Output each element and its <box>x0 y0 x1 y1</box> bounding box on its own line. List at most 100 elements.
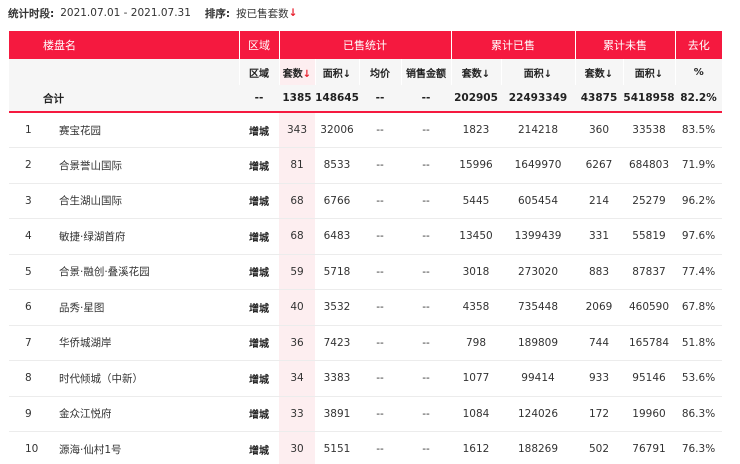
cum-area-cell: 189809 <box>501 325 575 361</box>
project-name-link[interactable]: 华侨城湖岸 <box>51 325 239 361</box>
avg-price-cell: -- <box>359 218 401 255</box>
sort-unsold-units-button[interactable]: 套数↓ <box>575 59 624 85</box>
unsold-units-cell: 933 <box>575 360 623 397</box>
amount-cell: -- <box>401 431 451 464</box>
avg-price-cell: -- <box>359 325 401 361</box>
avg-price-cell: -- <box>359 147 401 184</box>
region-cell: 增城 <box>239 396 279 432</box>
unsold-units-cell: 6267 <box>575 147 623 184</box>
cum-units-cell: 15996 <box>451 147 501 184</box>
project-name-link[interactable]: 合景·融创·叠溪花园 <box>51 254 239 290</box>
cum-area-cell: 188269 <box>501 431 575 464</box>
project-name-link[interactable]: 合生湖山国际 <box>51 183 239 219</box>
avg-price-cell: -- <box>359 289 401 326</box>
project-name-link[interactable]: 品秀·星图 <box>51 289 239 326</box>
total-area: 148645 <box>315 85 359 113</box>
units-cell: 40 <box>279 289 315 326</box>
area-cell: 3891 <box>315 396 359 432</box>
rate-cell: 83.5% <box>675 112 722 148</box>
sort-cum-area-button[interactable]: 面积↓ <box>501 59 576 85</box>
total-row: 合计 -- 1385 148645 -- -- 202905 22493349 … <box>9 85 722 113</box>
project-name-link[interactable]: 赛宝花园 <box>51 112 239 148</box>
unsold-area-cell: 33538 <box>623 112 675 148</box>
total-unsold-area: 5418958 <box>623 85 675 113</box>
rate-cell: 71.9% <box>675 147 722 184</box>
unsold-units-cell: 172 <box>575 396 623 432</box>
table-row[interactable]: 2 合景誉山国际 增城 81 8533 -- -- 15996 1649970 6267 68480… <box>9 147 722 184</box>
cum-area-cell: 124026 <box>501 396 575 432</box>
unsold-area-cell: 165784 <box>623 325 675 361</box>
area-cell: 3383 <box>315 360 359 397</box>
sort-value[interactable]: 按已售套数 <box>236 6 289 21</box>
sort-cum-units-button[interactable]: 套数↓ <box>451 59 502 85</box>
table-row[interactable]: 1 赛宝花园 增城 343 32006 -- -- 1823 214218 360 33538 83.… <box>9 112 722 148</box>
table-row[interactable]: 8 时代倾城（中新） 增城 34 3383 -- -- 1077 99414 933 95146 53… <box>9 360 722 397</box>
row-index: 2 <box>9 147 51 184</box>
project-name-link[interactable]: 源海·仙村1号 <box>51 431 239 464</box>
cum-area-cell: 214218 <box>501 112 575 148</box>
table-row[interactable]: 3 合生湖山国际 增城 68 6766 -- -- 5445 605454 214 25279 96.… <box>9 183 722 219</box>
header-cum-sold: 累计已售 <box>451 31 576 59</box>
table-row[interactable]: 4 敏捷·绿湖首府 增城 68 6483 -- -- 13450 1399439 331 55819… <box>9 218 722 255</box>
cum-units-cell: 798 <box>451 325 501 361</box>
row-index: 10 <box>9 431 51 464</box>
header-project: 楼盘名 <box>9 31 240 59</box>
period-value[interactable]: 2021.07.01 - 2021.07.31 <box>60 7 191 19</box>
sort-area-button[interactable]: 面积↓ <box>315 59 360 85</box>
cum-units-cell: 1077 <box>451 360 501 397</box>
project-name-link[interactable]: 合景誉山国际 <box>51 147 239 184</box>
rate-cell: 86.3% <box>675 396 722 432</box>
unsold-units-cell: 360 <box>575 112 623 148</box>
project-name-link[interactable]: 金众江悦府 <box>51 396 239 432</box>
project-name-link[interactable]: 敏捷·绿湖首府 <box>51 218 239 255</box>
total-cum-units: 202905 <box>451 85 501 113</box>
units-cell: 68 <box>279 218 315 255</box>
region-cell: 增城 <box>239 112 279 148</box>
amount-cell: -- <box>401 396 451 432</box>
row-index: 6 <box>9 289 51 326</box>
sort-label: 排序: <box>204 7 231 20</box>
sort-unsold-area-button[interactable]: 面积↓ <box>623 59 676 85</box>
avg-price-cell: -- <box>359 431 401 464</box>
row-index: 4 <box>9 218 51 255</box>
area-cell: 6766 <box>315 183 359 219</box>
cum-units-cell: 13450 <box>451 218 501 255</box>
project-name-link[interactable]: 时代倾城（中新） <box>51 360 239 397</box>
cum-units-cell: 4358 <box>451 289 501 326</box>
cum-area-cell: 1399439 <box>501 218 575 255</box>
cum-units-cell: 1612 <box>451 431 501 464</box>
filter-bar: 统计时段: 2021.07.01 - 2021.07.31 排序: 按已售套数 … <box>8 5 297 21</box>
unsold-area-cell: 95146 <box>623 360 675 397</box>
row-index: 9 <box>9 396 51 432</box>
units-cell: 30 <box>279 431 315 464</box>
cum-area-cell: 273020 <box>501 254 575 290</box>
region-cell: 增城 <box>239 147 279 184</box>
avg-price-cell: -- <box>359 396 401 432</box>
table-row[interactable]: 9 金众江悦府 增城 33 3891 -- -- 1084 124026 172 19960 86.3… <box>9 396 722 432</box>
unsold-units-cell: 2069 <box>575 289 623 326</box>
avg-price-cell: -- <box>359 183 401 219</box>
area-cell: 8533 <box>315 147 359 184</box>
unsold-units-cell: 331 <box>575 218 623 255</box>
unsold-area-cell: 87837 <box>623 254 675 290</box>
cum-area-cell: 605454 <box>501 183 575 219</box>
area-cell: 6483 <box>315 218 359 255</box>
total-rate: 82.2% <box>675 85 722 113</box>
table-row[interactable]: 5 合景·融创·叠溪花园 增城 59 5718 -- -- 3018 273020 883 8783… <box>9 254 722 290</box>
table-row[interactable]: 7 华侨城湖岸 增城 36 7423 -- -- 798 189809 744 165784 51.8… <box>9 325 722 361</box>
sub-avg-price: 均价 <box>359 59 402 85</box>
total-units: 1385 <box>279 85 315 113</box>
avg-price-cell: -- <box>359 112 401 148</box>
table-row[interactable]: 10 源海·仙村1号 增城 30 5151 -- -- 1612 188269 502 76791 7… <box>9 431 722 464</box>
sort-units-button[interactable]: 套数↓ <box>279 59 316 85</box>
header-row: 楼盘名 区域 已售统计 累计已售 累计未售 去化 <box>9 31 722 59</box>
table-row[interactable]: 6 品秀·星图 增城 40 3532 -- -- 4358 735448 2069 460590 67… <box>9 289 722 326</box>
unsold-area-cell: 76791 <box>623 431 675 464</box>
sub-region: 区域 <box>239 59 280 85</box>
region-cell: 增城 <box>239 360 279 397</box>
row-index: 1 <box>9 112 51 148</box>
amount-cell: -- <box>401 112 451 148</box>
header-cum-unsold: 累计未售 <box>575 31 676 59</box>
total-label: 合计 <box>9 85 239 113</box>
region-cell: 增城 <box>239 254 279 290</box>
